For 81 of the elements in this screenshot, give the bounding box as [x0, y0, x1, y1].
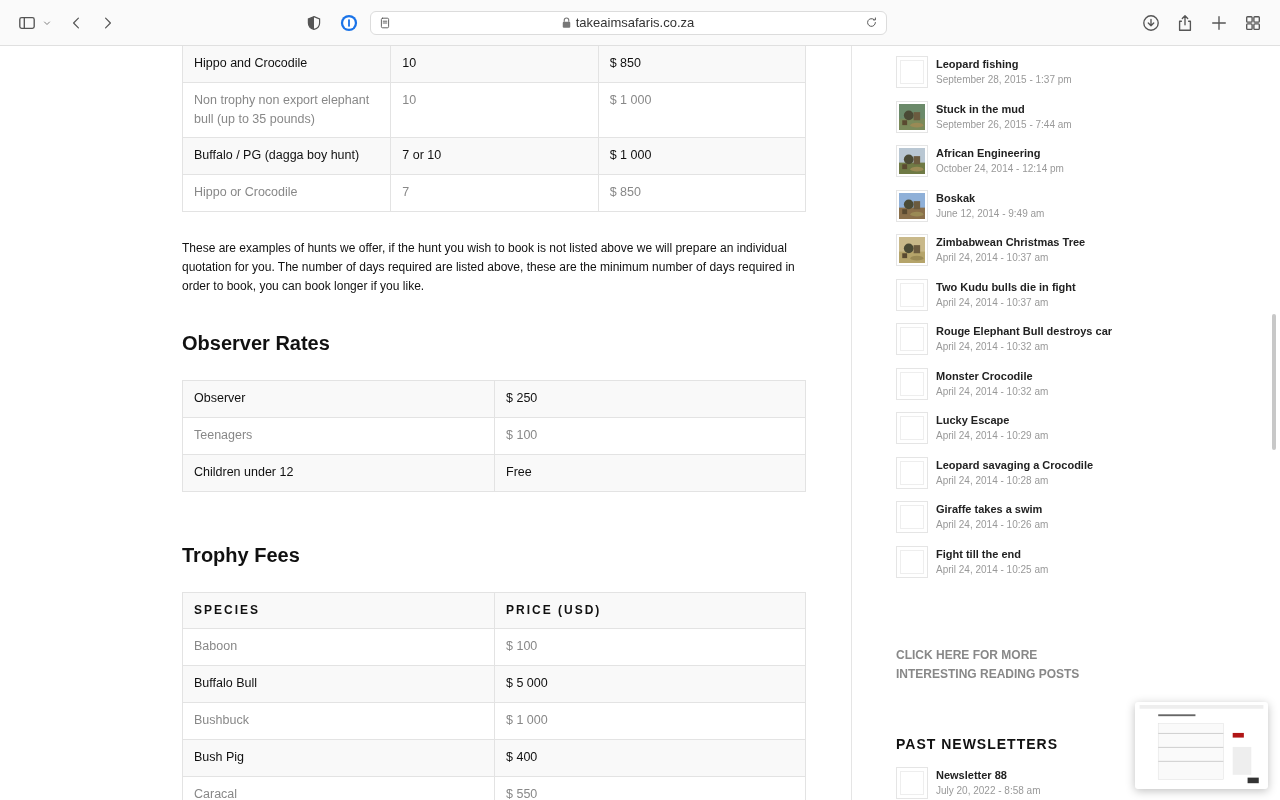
table-cell-text: Children under 12 — [193, 464, 295, 481]
post-date: April 24, 2014 - 10:25 am — [936, 562, 1049, 577]
column-header: PRICE (USD) — [494, 593, 805, 628]
table-cell: $ 850 — [597, 46, 805, 82]
table-cell: $ 1 000 — [494, 703, 805, 739]
table-cell: 7 — [390, 175, 598, 211]
table-cell: $ 1 000 — [597, 138, 805, 174]
page-icon — [379, 16, 391, 29]
thumbnail-placeholder — [896, 367, 928, 400]
address-bar[interactable]: takeaimsafaris.co.za — [370, 10, 887, 35]
more-posts-link[interactable]: CLICK HERE FOR MORE INTERESTING READING POSTS — [896, 646, 1086, 684]
reload-icon[interactable] — [865, 16, 878, 29]
post-date: April 24, 2014 - 10:26 am — [936, 518, 1049, 532]
table-cell: Free — [494, 455, 805, 491]
table-cell-text: Buffalo Bull — [193, 675, 258, 692]
thumbnail-placeholder — [896, 501, 928, 533]
table-cell-text: Teenagers — [193, 427, 254, 444]
post-date: September 28, 2015 - 1:37 pm — [936, 73, 1072, 87]
thumbnail-placeholder — [896, 278, 928, 311]
table-cell: $ 400 — [494, 740, 805, 776]
table-cell: 10 — [390, 46, 598, 82]
table-cell-text: Hippo or Crocodile — [193, 184, 299, 201]
download-icon[interactable] — [1142, 13, 1160, 32]
tab-overview-icon[interactable] — [1244, 13, 1262, 32]
post-date: April 24, 2014 - 10:37 am — [936, 251, 1050, 265]
post-date: July 20, 2022 - 8:58 am — [936, 784, 1041, 798]
post-date: April 24, 2014 - 10:28 am — [936, 473, 1050, 488]
table-cell-text: Observer — [193, 390, 247, 407]
post-date: April 24, 2014 - 10:37 am — [936, 295, 1050, 310]
post-title[interactable]: Monster Crocodile — [936, 367, 1049, 384]
post-date: September 26, 2015 - 7:44 am — [936, 117, 1072, 132]
thumbnail-placeholder — [896, 56, 928, 88]
shield-icon[interactable] — [306, 14, 322, 31]
thumbnail-placeholder — [896, 545, 928, 578]
post-title[interactable]: Fight till the end — [936, 545, 1049, 562]
post-title[interactable]: Leopard fishing — [936, 56, 1072, 72]
table-cell-text: Baboon — [193, 638, 239, 655]
table-cell: $ 100 — [494, 418, 805, 454]
table-cell-text: Bush Pig — [193, 749, 246, 766]
scrollbar-thumb[interactable] — [1272, 314, 1276, 450]
section-heading: Trophy Fees — [182, 543, 301, 568]
section-heading: Observer Rates — [182, 331, 331, 356]
table-cell-text: Non trophy non export elephant bull (up to 35 pounds) — [193, 92, 371, 128]
post-title[interactable]: Giraffe takes a swim — [936, 501, 1049, 517]
password-manager-icon[interactable] — [340, 13, 358, 32]
lock-icon — [561, 17, 571, 28]
table-cell: $ 850 — [597, 175, 805, 211]
post-title[interactable]: Boskak — [936, 189, 1045, 206]
table-cell: $ 550 — [494, 777, 805, 800]
table-cell: 10 — [390, 83, 598, 137]
table-cell: $ 250 — [494, 381, 805, 417]
post-title[interactable]: Stuck in the mud — [936, 100, 1072, 117]
table-cell-text: Bushbuck — [193, 712, 250, 729]
post-date: June 12, 2014 - 9:49 am — [936, 206, 1045, 221]
table-cell-text: Hippo and Crocodile — [193, 55, 309, 72]
table-cell-text: Caracal — [193, 786, 239, 800]
post-title[interactable]: Two Kudu bulls die in fight — [936, 278, 1076, 295]
table-cell-text: Buffalo / PG (dagga boy hunt) — [193, 147, 361, 164]
post-date: October 24, 2014 - 12:14 pm — [936, 162, 1064, 176]
post-title[interactable]: Rouge Elephant Bull destroys car — [936, 323, 1113, 339]
share-icon[interactable] — [1176, 13, 1194, 32]
column-header: SPECIES — [193, 602, 262, 619]
thumbnail-placeholder — [896, 323, 928, 355]
table-cell: $ 1 000 — [597, 83, 805, 137]
thumbnail-placeholder — [896, 456, 928, 489]
post-title[interactable]: African Engineering — [936, 145, 1064, 161]
post-date: April 24, 2014 - 10:32 am — [936, 384, 1049, 399]
post-title[interactable]: Lucky Escape — [936, 412, 1049, 428]
table-cell: 7 or 10 — [390, 138, 598, 174]
url-text: takeaimsafaris.co.za — [575, 13, 695, 32]
sidebar-heading: PAST NEWSLETTERS — [896, 735, 1059, 754]
table-cell: $ 5 000 — [494, 666, 805, 702]
table-cell: $ 100 — [494, 629, 805, 665]
thumbnail-placeholder — [896, 412, 928, 444]
post-title[interactable]: Newsletter 88 — [936, 767, 1041, 783]
post-date: April 24, 2014 - 10:29 am — [936, 429, 1049, 443]
post-date: April 24, 2014 - 10:32 am — [936, 340, 1050, 354]
post-title[interactable]: Leopard savaging a Crocodile — [936, 456, 1094, 473]
paragraph: These are examples of hunts we offer, if the hunt you wish to book is not listed above we will prepare an individual quotation for you. The number of days required are listed above, these are the minimum number of days required in order to book, you can book longer if you like. — [182, 240, 796, 295]
plus-icon[interactable] — [1210, 13, 1228, 32]
post-title[interactable]: Zimbabwean Christmas Tree — [936, 234, 1086, 250]
